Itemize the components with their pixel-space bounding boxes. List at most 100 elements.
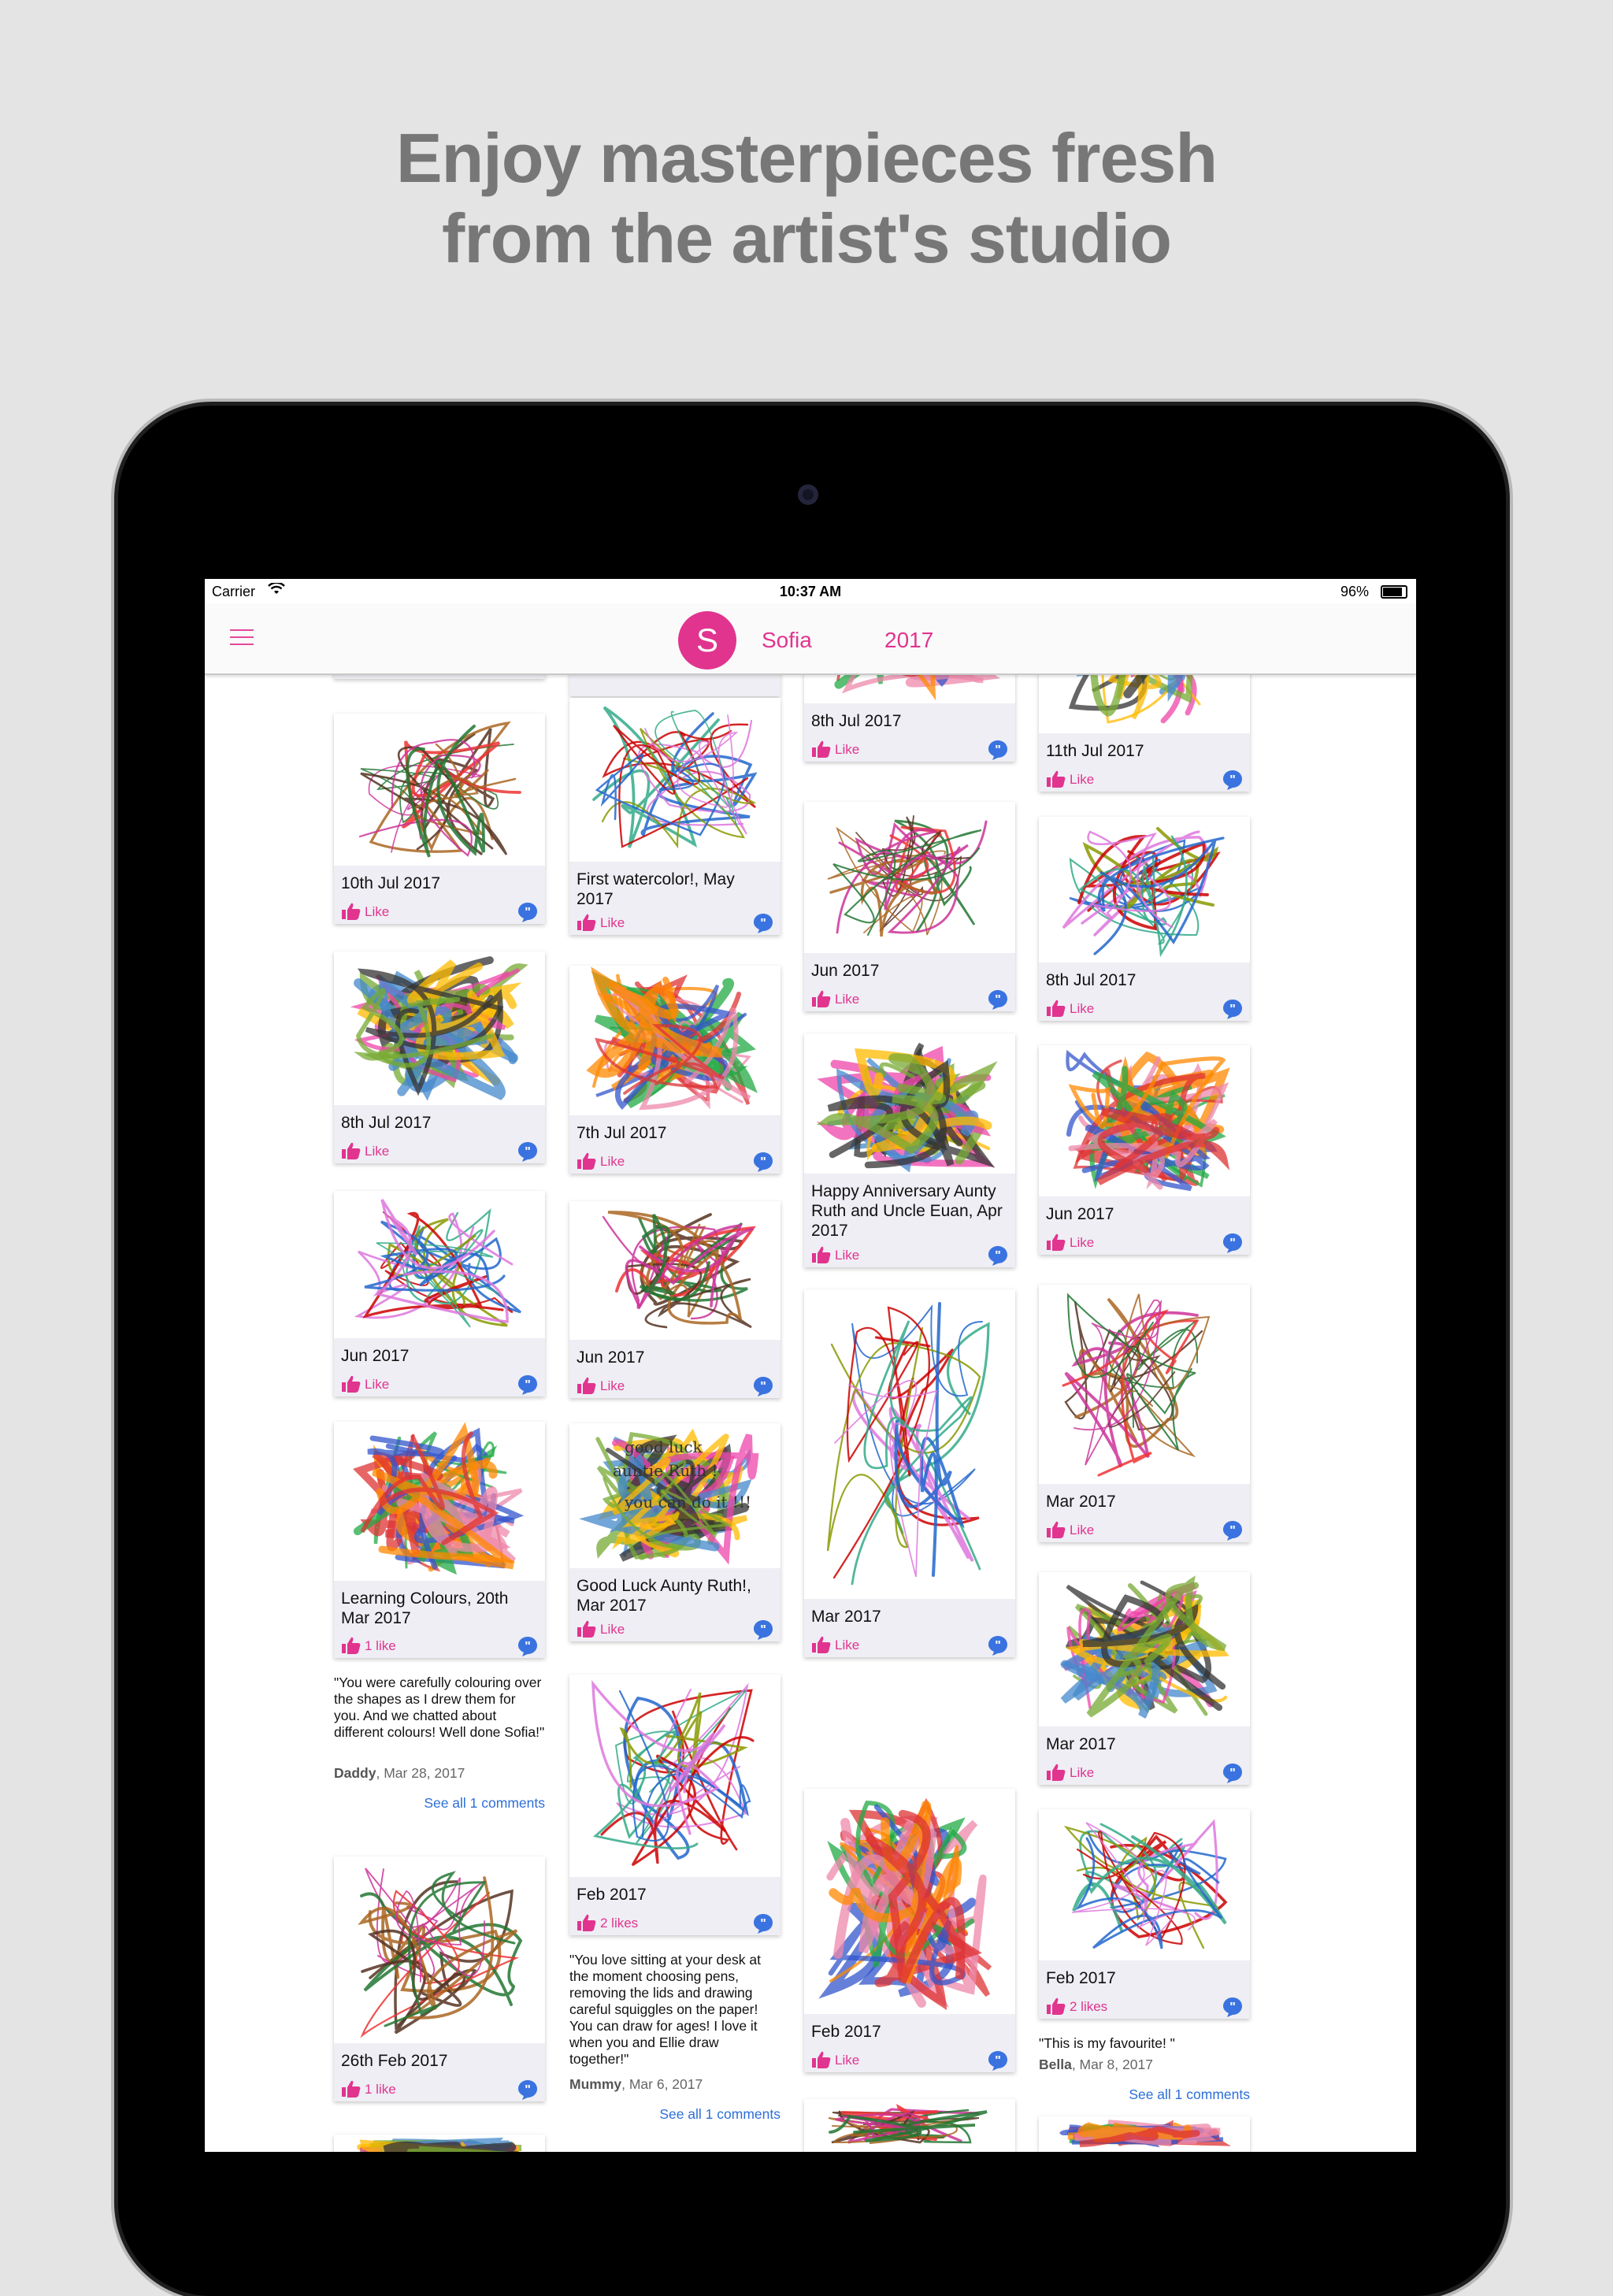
artwork-image[interactable] bbox=[334, 714, 545, 866]
like-button[interactable]: 1 like bbox=[365, 1638, 396, 1654]
comment-icon[interactable]: " bbox=[752, 1375, 774, 1397]
comment-icon[interactable]: " bbox=[1222, 769, 1244, 791]
comment-icon[interactable]: " bbox=[987, 1244, 1009, 1267]
child-name-selector[interactable]: Sofia bbox=[762, 628, 812, 653]
like-button[interactable]: 1 like bbox=[365, 2082, 396, 2098]
see-all-comments-link[interactable]: See all 1 comments bbox=[659, 2106, 781, 2123]
artwork-image[interactable] bbox=[1039, 1045, 1250, 1196]
artwork-image[interactable] bbox=[1039, 1285, 1250, 1484]
artwork-card[interactable]: 26th Feb 2017 1 like " bbox=[334, 1856, 545, 2101]
thumbs-up-icon[interactable] bbox=[1046, 998, 1066, 1018]
see-all-comments-link[interactable]: See all 1 comments bbox=[1129, 2086, 1250, 2103]
artwork-image[interactable] bbox=[804, 2099, 1015, 2152]
artwork-card[interactable]: Happy Anniversary Aunty Ruth and Uncle E… bbox=[804, 1033, 1015, 1267]
comment-icon[interactable]: " bbox=[517, 1635, 539, 1657]
comment-icon[interactable]: " bbox=[1222, 1762, 1244, 1784]
thumbs-up-icon[interactable] bbox=[811, 1634, 832, 1655]
comment-icon[interactable]: " bbox=[987, 2049, 1009, 2072]
thumbs-up-icon[interactable] bbox=[341, 2079, 362, 2099]
artwork-image[interactable] bbox=[1039, 817, 1250, 963]
thumbs-up-icon[interactable] bbox=[577, 1619, 597, 1639]
artwork-image[interactable] bbox=[334, 951, 545, 1105]
like-button[interactable]: Like bbox=[1070, 1235, 1094, 1251]
like-button[interactable]: Like bbox=[835, 1638, 859, 1653]
year-selector[interactable]: 2017 bbox=[884, 628, 933, 653]
comment-icon[interactable]: " bbox=[1222, 1519, 1244, 1541]
artwork-card[interactable]: Like" bbox=[569, 675, 781, 696]
artwork-card[interactable]: Learning Colours, 20th Mar 2017 1 like " bbox=[334, 1422, 545, 1658]
artwork-image[interactable] bbox=[1039, 1809, 1250, 1960]
comment-icon[interactable]: " bbox=[517, 1141, 539, 1163]
artwork-card[interactable]: 8th Jul 2017 Like " bbox=[1039, 817, 1250, 1021]
thumbs-up-icon[interactable] bbox=[811, 739, 832, 759]
artwork-card[interactable]: 8th Jul 2017 Like " bbox=[804, 675, 1015, 762]
artwork-image[interactable] bbox=[334, 2135, 545, 2152]
artwork-card[interactable]: Feb 2017 Like " bbox=[804, 1789, 1015, 2072]
like-button[interactable]: 2 likes bbox=[600, 1916, 638, 1931]
artwork-image[interactable] bbox=[569, 698, 781, 862]
thumbs-up-icon[interactable] bbox=[341, 1141, 362, 1161]
comment-icon[interactable]: " bbox=[517, 1374, 539, 1396]
artwork-image[interactable] bbox=[1039, 675, 1250, 733]
comment-icon[interactable]: " bbox=[752, 1151, 774, 1173]
like-button[interactable]: Like bbox=[835, 992, 859, 1007]
thumbs-up-icon[interactable] bbox=[577, 1375, 597, 1396]
hamburger-menu-icon[interactable] bbox=[230, 629, 254, 648]
artwork-image[interactable] bbox=[804, 1289, 1015, 1599]
artwork-card[interactable]: 11th Jul 2017 Like " bbox=[1039, 675, 1250, 792]
thumbs-up-icon[interactable] bbox=[811, 1244, 832, 1265]
comment-icon[interactable]: " bbox=[517, 901, 539, 923]
thumbs-up-icon[interactable] bbox=[1046, 1762, 1066, 1782]
artwork-card[interactable]: Jun 2017 Like " bbox=[569, 1201, 781, 1398]
artwork-card[interactable]: First watercolor!, May 2017 Like " bbox=[569, 698, 781, 935]
comment-icon[interactable]: " bbox=[752, 1619, 774, 1641]
comment-icon[interactable]: " bbox=[987, 1634, 1009, 1656]
thumbs-up-icon[interactable] bbox=[577, 912, 597, 933]
artwork-image[interactable] bbox=[334, 1191, 545, 1338]
artwork-card[interactable]: Feb 2017 2 likes " bbox=[569, 1675, 781, 1935]
comment-icon[interactable]: " bbox=[752, 912, 774, 934]
artwork-image[interactable] bbox=[334, 1422, 545, 1581]
comment-icon[interactable]: " bbox=[1222, 1996, 1244, 2018]
artwork-card[interactable] bbox=[804, 2099, 1015, 2152]
artwork-card[interactable]: Feb 2017 2 likes " bbox=[1039, 1809, 1250, 2019]
thumbs-up-icon[interactable] bbox=[577, 1151, 597, 1171]
thumbs-up-icon[interactable] bbox=[1046, 769, 1066, 789]
artwork-card[interactable]: good luck auntie Ruth ! you can do it !!! G… bbox=[569, 1423, 781, 1641]
artwork-card[interactable]: Mar 2017 Like " bbox=[1039, 1285, 1250, 1542]
thumbs-up-icon[interactable] bbox=[341, 1635, 362, 1656]
like-button[interactable]: Like bbox=[1070, 1523, 1094, 1538]
artwork-card[interactable]: 10th Jul 2017 Like " bbox=[334, 714, 545, 924]
thumbs-up-icon[interactable] bbox=[1046, 1519, 1066, 1540]
comment-icon[interactable]: " bbox=[987, 989, 1009, 1011]
artwork-image[interactable] bbox=[569, 1201, 781, 1340]
artwork-card[interactable]: Like" bbox=[334, 675, 545, 679]
thumbs-up-icon[interactable] bbox=[341, 901, 362, 922]
artwork-card[interactable]: Mar 2017 Like " bbox=[804, 1289, 1015, 1657]
artwork-image[interactable]: good luck auntie Ruth ! you can do it !!! bbox=[569, 1423, 781, 1568]
artwork-image[interactable] bbox=[569, 966, 781, 1115]
like-button[interactable]: Like bbox=[1070, 772, 1094, 788]
like-button[interactable]: Like bbox=[600, 915, 625, 931]
profile-avatar[interactable]: S bbox=[678, 611, 736, 670]
see-all-comments-link[interactable]: See all 1 comments bbox=[424, 1795, 545, 1812]
artwork-image[interactable] bbox=[804, 802, 1015, 953]
comment-icon[interactable]: " bbox=[1222, 1232, 1244, 1254]
artwork-card[interactable]: Jun 2017 Like " bbox=[1039, 1045, 1250, 1255]
like-button[interactable]: Like bbox=[365, 1144, 389, 1159]
artwork-image[interactable] bbox=[334, 1856, 545, 2043]
thumbs-up-icon[interactable] bbox=[341, 1374, 362, 1394]
like-button[interactable]: Like bbox=[835, 1248, 859, 1263]
thumbs-up-icon[interactable] bbox=[577, 1912, 597, 1933]
like-button[interactable]: Like bbox=[600, 1378, 625, 1394]
thumbs-up-icon[interactable] bbox=[811, 989, 832, 1009]
artwork-card[interactable]: Mar 2017 Like " bbox=[1039, 1572, 1250, 1785]
artwork-card[interactable] bbox=[1039, 2116, 1250, 2152]
artwork-image[interactable] bbox=[569, 1675, 781, 1877]
artwork-card[interactable] bbox=[334, 2135, 545, 2152]
thumbs-up-icon[interactable] bbox=[811, 2049, 832, 2070]
artwork-image[interactable] bbox=[1039, 2116, 1250, 2152]
comment-icon[interactable]: " bbox=[1222, 998, 1244, 1020]
like-button[interactable]: Like bbox=[365, 1377, 389, 1393]
like-button[interactable]: Like bbox=[835, 742, 859, 758]
